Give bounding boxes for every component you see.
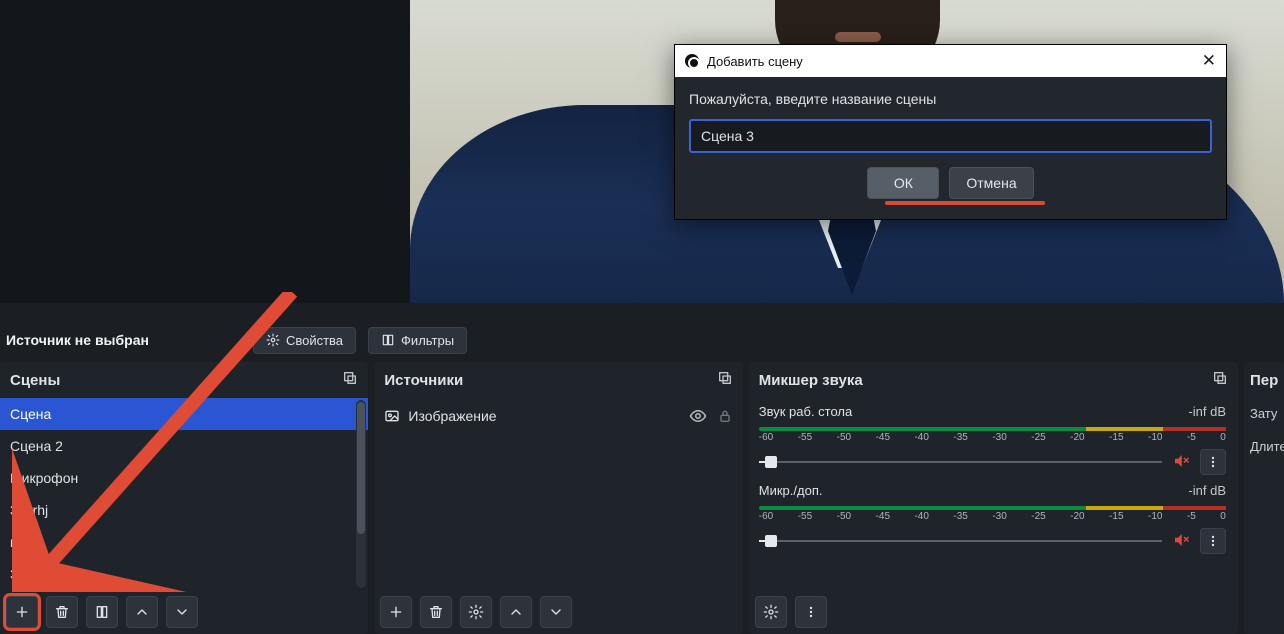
mixer-panel: Микшер звука Звук раб. стола -inf dB -60-5… [749,362,1238,634]
scenes-title: Сцены [10,372,60,389]
scene-item[interactable]: Сцена 2 [0,430,368,462]
channel-db: -inf dB [1188,483,1226,498]
transitions-title: Пер [1250,372,1278,389]
channel-menu-button[interactable] [1200,449,1226,475]
gear-icon [468,604,484,620]
scene-name-input[interactable] [689,119,1212,153]
sources-title: Источники [384,372,463,389]
mixer-title: Микшер звука [759,372,863,389]
channel-menu-button[interactable] [1200,528,1226,554]
cancel-button[interactable]: Отмена [949,167,1033,199]
scene-item[interactable]: Сцена [0,398,368,430]
plus-icon [388,604,404,620]
dialog-prompt: Пожалуйста, введите название сцены [689,91,1212,107]
add-scene-dialog: Добавить сцену ✕ Пожалуйста, введите наз… [674,44,1227,220]
plus-icon [14,604,30,620]
move-source-up-button[interactable] [500,596,532,628]
channel-db: -inf dB [1188,404,1226,419]
mixer-channel: Микр./доп. -inf dB -60-55-50-45-40-35-30-2… [749,477,1238,556]
dialog-title: Добавить сцену [707,54,803,69]
annotation-underline [885,201,1045,205]
scrollbar[interactable] [356,400,366,588]
mixer-advanced-button[interactable] [755,596,787,628]
level-meter: -60-55-50-45-40-35-30-25-20-15-10-50 [759,425,1226,445]
level-meter: -60-55-50-45-40-35-30-25-20-15-10-50 [759,504,1226,524]
filters-label: Фильтры [401,333,454,348]
dots-vertical-icon [1205,454,1221,470]
properties-button[interactable]: Свойства [253,327,356,354]
remove-scene-button[interactable] [46,596,78,628]
ok-button[interactable]: ОК [867,167,939,199]
scene-item[interactable]: micr [0,526,368,558]
properties-label: Свойства [286,333,343,348]
popout-icon[interactable] [342,370,358,390]
volume-slider[interactable] [759,455,1162,469]
transitions-panel: Пер Зату Длите [1244,362,1284,634]
image-icon [384,408,400,424]
dots-vertical-icon [803,604,819,620]
mixer-channel: Звук раб. стола -inf dB -60-55-50-45-40-35… [749,398,1238,477]
scene-filters-button[interactable] [86,596,118,628]
filters-button[interactable]: Фильтры [368,327,467,354]
lock-icon[interactable] [717,408,733,424]
chevron-up-icon [508,604,524,620]
source-settings-button[interactable] [460,596,492,628]
source-item[interactable]: Изображение [374,398,742,434]
no-source-label: Источник не выбран [6,332,149,348]
move-scene-down-button[interactable] [166,596,198,628]
obs-icon [685,54,699,68]
add-source-button[interactable] [380,596,412,628]
scene-item[interactable]: Микрофон [0,462,368,494]
scene-item[interactable]: 3vbrhj [0,494,368,526]
popout-icon[interactable] [717,370,733,390]
chevron-up-icon [134,604,150,620]
popout-icon[interactable] [1212,370,1228,390]
sources-panel: Источники Изображение [374,362,742,634]
gear-icon [763,604,779,620]
trash-icon [54,604,70,620]
filter-icon [94,604,110,620]
scenes-list[interactable]: СценаСцена 2Микрофон3vbrhjmicrЗапись [0,398,368,590]
chevron-down-icon [548,604,564,620]
remove-source-button[interactable] [420,596,452,628]
gear-icon [266,333,280,347]
mute-button[interactable] [1172,452,1190,473]
mute-button[interactable] [1172,531,1190,552]
filters-icon [381,333,395,347]
mixer-body: Звук раб. стола -inf dB -60-55-50-45-40-35… [749,398,1238,590]
eye-icon[interactable] [689,407,707,425]
scenes-panel: Сцены СценаСцена 2Микрофон3vbrhjmicrЗапи… [0,362,368,634]
source-label: Изображение [408,408,496,424]
transition-type[interactable]: Зату [1244,406,1284,421]
sources-list[interactable]: Изображение [374,398,742,590]
channel-name: Звук раб. стола [759,404,852,419]
dots-vertical-icon [1205,533,1221,549]
close-icon[interactable]: ✕ [1202,51,1216,71]
move-scene-up-button[interactable] [126,596,158,628]
scene-item[interactable]: Запись [0,558,368,590]
channel-name: Микр./доп. [759,483,823,498]
trash-icon [428,604,444,620]
volume-slider[interactable] [759,534,1162,548]
mixer-menu-button[interactable] [795,596,827,628]
add-scene-button[interactable] [6,596,38,628]
transition-duration-label: Длите [1244,439,1284,454]
dialog-titlebar[interactable]: Добавить сцену ✕ [675,45,1226,77]
move-source-down-button[interactable] [540,596,572,628]
chevron-down-icon [174,604,190,620]
source-toolbar: Источник не выбран Свойства Фильтры [0,318,1284,362]
